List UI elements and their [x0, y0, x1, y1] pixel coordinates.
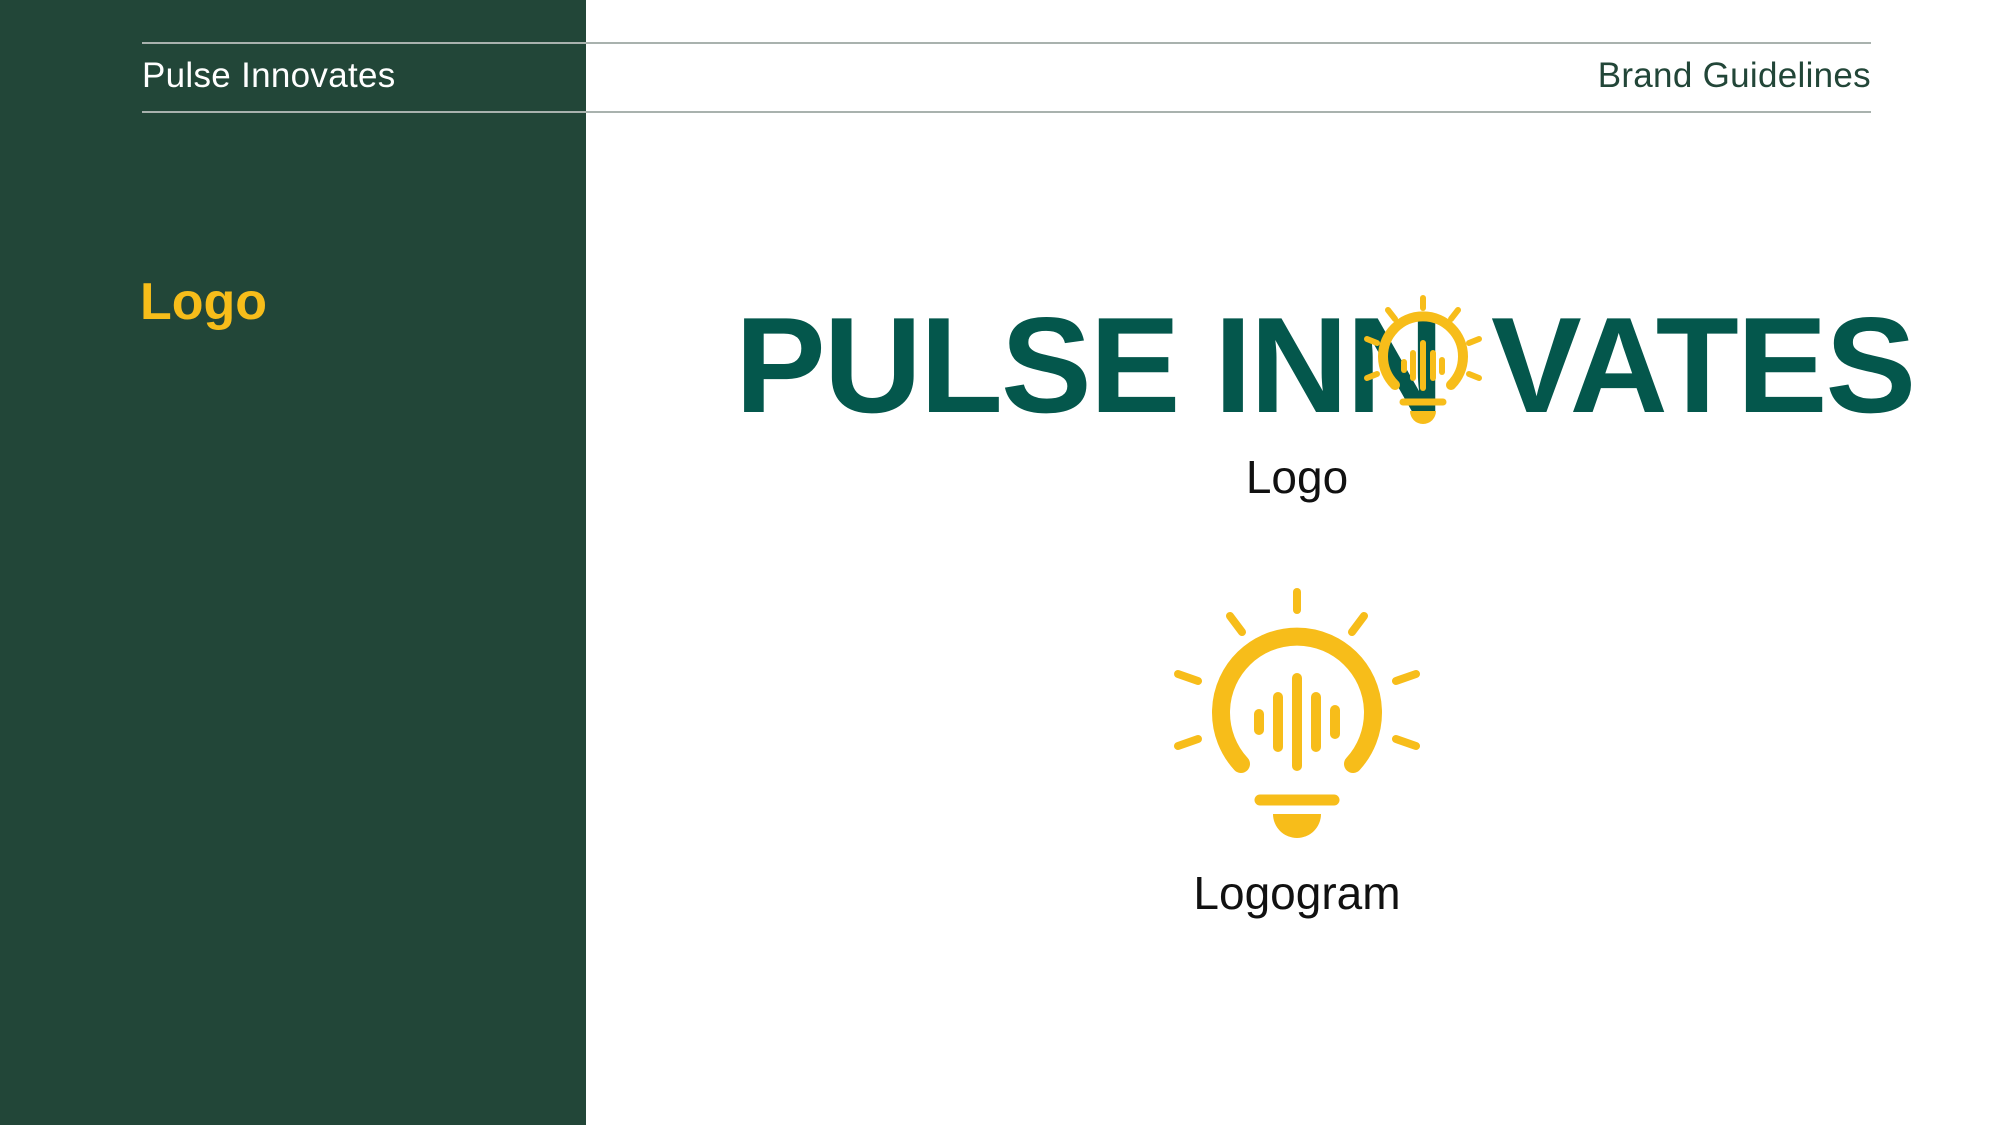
- logo-wordmark: PULSE INN VATES: [735, 289, 1916, 441]
- section-title: Logo: [140, 273, 268, 331]
- header-top-rule: [142, 42, 1871, 44]
- lightbulb-pulse-icon: [1364, 295, 1482, 424]
- wordmark-text-part1: PULSE INN: [735, 289, 1444, 441]
- document-title: Brand Guidelines: [1597, 56, 1871, 95]
- brand-name: Pulse Innovates: [142, 56, 396, 95]
- logogram-lightbulb-icon: [1174, 588, 1420, 838]
- wordmark-text-part2: VATES: [1491, 289, 1916, 441]
- logogram-caption: Logogram: [1193, 867, 1401, 919]
- logo-caption: Logo: [1245, 451, 1349, 503]
- sidebar-panel: [0, 0, 586, 1125]
- brand-guidelines-page: Pulse Innovates Brand Guidelines Logo PU…: [0, 0, 2000, 1125]
- header-bottom-rule: [142, 111, 1871, 113]
